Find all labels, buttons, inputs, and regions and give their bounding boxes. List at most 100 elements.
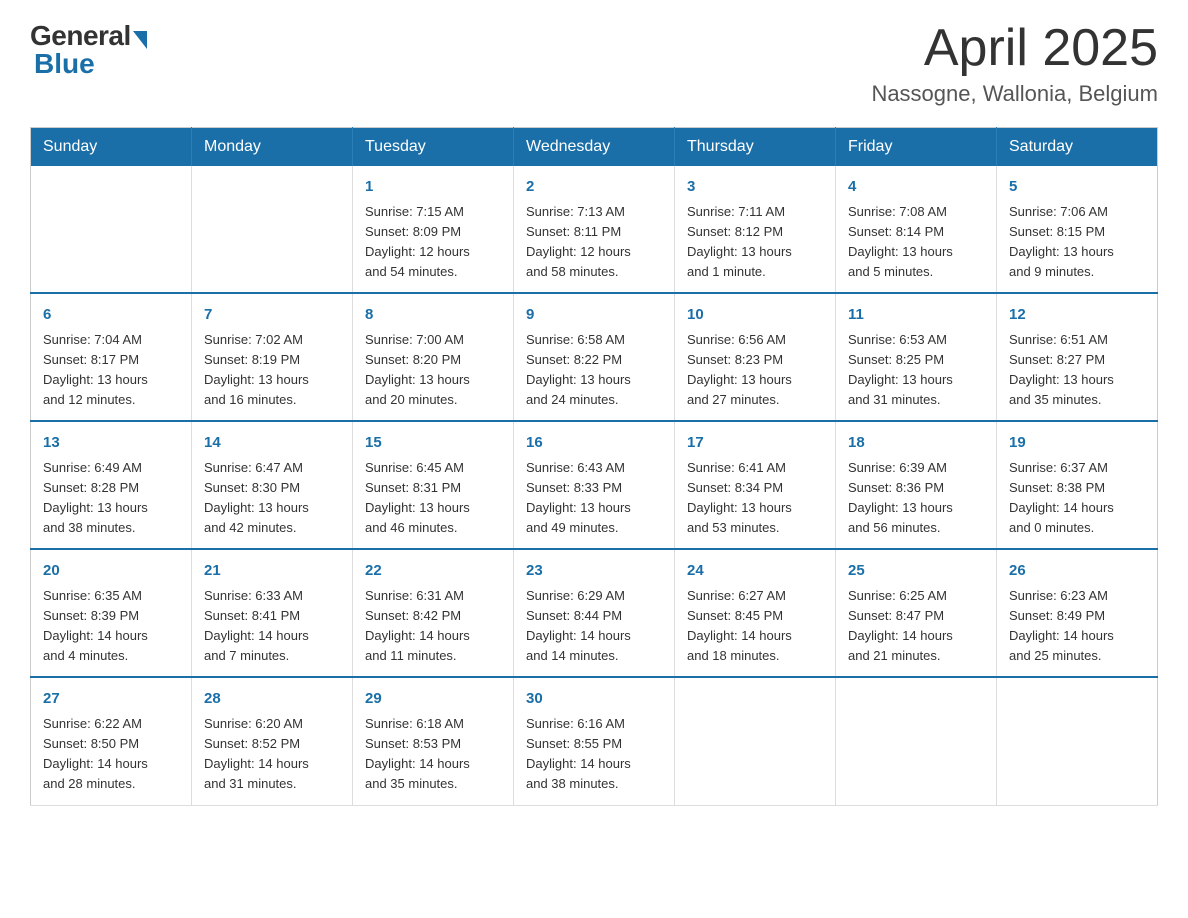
- calendar-cell: 29Sunrise: 6:18 AMSunset: 8:53 PMDayligh…: [353, 677, 514, 805]
- page-header: General Blue April 2025 Nassogne, Wallon…: [30, 20, 1158, 107]
- weekday-header-sunday: Sunday: [31, 128, 192, 167]
- day-info: Sunrise: 7:11 AMSunset: 8:12 PMDaylight:…: [687, 202, 823, 283]
- day-number: 7: [204, 304, 340, 327]
- calendar-cell: [675, 677, 836, 805]
- day-number: 25: [848, 560, 984, 583]
- calendar-cell: [31, 166, 192, 293]
- day-info: Sunrise: 6:31 AMSunset: 8:42 PMDaylight:…: [365, 586, 501, 667]
- day-info: Sunrise: 6:45 AMSunset: 8:31 PMDaylight:…: [365, 458, 501, 539]
- day-number: 9: [526, 304, 662, 327]
- calendar-cell: 22 Sunrise: 6:31 AMSunset: 8:42 PMDayligh…: [353, 549, 514, 677]
- weekday-header-friday: Friday: [836, 128, 997, 167]
- title-area: April 2025 Nassogne, Wallonia, Belgium: [871, 20, 1158, 107]
- day-info: Sunrise: 6:56 AMSunset: 8:23 PMDaylight:…: [687, 330, 823, 411]
- calendar-cell: 6 Sunrise: 7:04 AMSunset: 8:17 PMDaylight…: [31, 293, 192, 421]
- weekday-header-thursday: Thursday: [675, 128, 836, 167]
- day-number: 14: [204, 432, 340, 455]
- month-title: April 2025: [871, 20, 1158, 77]
- day-info: Sunrise: 6:39 AMSunset: 8:36 PMDaylight:…: [848, 458, 984, 539]
- calendar-cell: 8 Sunrise: 7:00 AMSunset: 8:20 PMDaylight…: [353, 293, 514, 421]
- day-info: Sunrise: 6:43 AMSunset: 8:33 PMDaylight:…: [526, 458, 662, 539]
- calendar-cell: [192, 166, 353, 293]
- calendar-cell: [997, 677, 1158, 805]
- weekday-header-row: SundayMondayTuesdayWednesdayThursdayFrid…: [31, 128, 1158, 167]
- day-number: 1: [365, 176, 501, 199]
- day-info: Sunrise: 6:51 AMSunset: 8:27 PMDaylight:…: [1009, 330, 1145, 411]
- day-number: 24: [687, 560, 823, 583]
- weekday-header-monday: Monday: [192, 128, 353, 167]
- calendar-cell: 24 Sunrise: 6:27 AMSunset: 8:45 PMDayligh…: [675, 549, 836, 677]
- calendar-cell: 2 Sunrise: 7:13 AMSunset: 8:11 PMDaylight…: [514, 166, 675, 293]
- day-info: Sunrise: 6:37 AMSunset: 8:38 PMDaylight:…: [1009, 458, 1145, 539]
- day-info: Sunrise: 7:08 AMSunset: 8:14 PMDaylight:…: [848, 202, 984, 283]
- calendar-cell: 15 Sunrise: 6:45 AMSunset: 8:31 PMDayligh…: [353, 421, 514, 549]
- day-info: Sunrise: 7:15 AMSunset: 8:09 PMDaylight:…: [365, 202, 501, 283]
- day-info: Sunrise: 6:22 AMSunset: 8:50 PMDaylight:…: [43, 714, 179, 795]
- day-number: 8: [365, 304, 501, 327]
- day-number: 4: [848, 176, 984, 199]
- day-info: Sunrise: 7:00 AMSunset: 8:20 PMDaylight:…: [365, 330, 501, 411]
- day-info: Sunrise: 6:58 AMSunset: 8:22 PMDaylight:…: [526, 330, 662, 411]
- location-subtitle: Nassogne, Wallonia, Belgium: [871, 81, 1158, 107]
- calendar-cell: 19 Sunrise: 6:37 AMSunset: 8:38 PMDayligh…: [997, 421, 1158, 549]
- day-number: 17: [687, 432, 823, 455]
- day-info: Sunrise: 6:23 AMSunset: 8:49 PMDaylight:…: [1009, 586, 1145, 667]
- day-info: Sunrise: 7:06 AMSunset: 8:15 PMDaylight:…: [1009, 202, 1145, 283]
- day-info: Sunrise: 6:27 AMSunset: 8:45 PMDaylight:…: [687, 586, 823, 667]
- calendar-cell: 12 Sunrise: 6:51 AMSunset: 8:27 PMDayligh…: [997, 293, 1158, 421]
- day-number: 16: [526, 432, 662, 455]
- logo: General Blue: [30, 20, 147, 80]
- calendar-week-row: 13Sunrise: 6:49 AMSunset: 8:28 PMDayligh…: [31, 421, 1158, 549]
- calendar-week-row: 6 Sunrise: 7:04 AMSunset: 8:17 PMDaylight…: [31, 293, 1158, 421]
- day-number: 12: [1009, 304, 1145, 327]
- day-info: Sunrise: 6:47 AMSunset: 8:30 PMDaylight:…: [204, 458, 340, 539]
- day-number: 20: [43, 560, 179, 583]
- day-info: Sunrise: 7:13 AMSunset: 8:11 PMDaylight:…: [526, 202, 662, 283]
- weekday-header-tuesday: Tuesday: [353, 128, 514, 167]
- calendar-cell: 27 Sunrise: 6:22 AMSunset: 8:50 PMDayligh…: [31, 677, 192, 805]
- calendar-week-row: 1 Sunrise: 7:15 AMSunset: 8:09 PMDaylight…: [31, 166, 1158, 293]
- day-number: 23: [526, 560, 662, 583]
- day-info: Sunrise: 6:53 AMSunset: 8:25 PMDaylight:…: [848, 330, 984, 411]
- calendar-cell: 7 Sunrise: 7:02 AMSunset: 8:19 PMDaylight…: [192, 293, 353, 421]
- calendar-cell: 16 Sunrise: 6:43 AMSunset: 8:33 PMDayligh…: [514, 421, 675, 549]
- day-number: 26: [1009, 560, 1145, 583]
- day-number: 10: [687, 304, 823, 327]
- day-info: Sunrise: 6:41 AMSunset: 8:34 PMDaylight:…: [687, 458, 823, 539]
- day-number: 2: [526, 176, 662, 199]
- calendar-cell: 30Sunrise: 6:16 AMSunset: 8:55 PMDayligh…: [514, 677, 675, 805]
- weekday-header-wednesday: Wednesday: [514, 128, 675, 167]
- day-number: 18: [848, 432, 984, 455]
- calendar-header: SundayMondayTuesdayWednesdayThursdayFrid…: [31, 128, 1158, 167]
- day-info: Sunrise: 7:04 AMSunset: 8:17 PMDaylight:…: [43, 330, 179, 411]
- calendar-cell: 23Sunrise: 6:29 AMSunset: 8:44 PMDayligh…: [514, 549, 675, 677]
- day-number: 19: [1009, 432, 1145, 455]
- day-number: 22: [365, 560, 501, 583]
- calendar-cell: 18 Sunrise: 6:39 AMSunset: 8:36 PMDayligh…: [836, 421, 997, 549]
- day-info: Sunrise: 7:02 AMSunset: 8:19 PMDaylight:…: [204, 330, 340, 411]
- day-info: Sunrise: 6:16 AMSunset: 8:55 PMDaylight:…: [526, 714, 662, 795]
- day-number: 3: [687, 176, 823, 199]
- calendar-week-row: 27 Sunrise: 6:22 AMSunset: 8:50 PMDayligh…: [31, 677, 1158, 805]
- calendar-cell: 26 Sunrise: 6:23 AMSunset: 8:49 PMDayligh…: [997, 549, 1158, 677]
- calendar-cell: [836, 677, 997, 805]
- day-number: 6: [43, 304, 179, 327]
- day-number: 27: [43, 688, 179, 711]
- day-number: 15: [365, 432, 501, 455]
- day-info: Sunrise: 6:33 AMSunset: 8:41 PMDaylight:…: [204, 586, 340, 667]
- day-info: Sunrise: 6:49 AMSunset: 8:28 PMDaylight:…: [43, 458, 179, 539]
- day-info: Sunrise: 6:25 AMSunset: 8:47 PMDaylight:…: [848, 586, 984, 667]
- day-info: Sunrise: 6:20 AMSunset: 8:52 PMDaylight:…: [204, 714, 340, 795]
- calendar-cell: 5 Sunrise: 7:06 AMSunset: 8:15 PMDaylight…: [997, 166, 1158, 293]
- day-number: 5: [1009, 176, 1145, 199]
- day-number: 28: [204, 688, 340, 711]
- calendar-cell: 14 Sunrise: 6:47 AMSunset: 8:30 PMDayligh…: [192, 421, 353, 549]
- weekday-header-saturday: Saturday: [997, 128, 1158, 167]
- calendar-cell: 28 Sunrise: 6:20 AMSunset: 8:52 PMDayligh…: [192, 677, 353, 805]
- logo-blue-text: Blue: [34, 48, 95, 80]
- calendar-cell: 17 Sunrise: 6:41 AMSunset: 8:34 PMDayligh…: [675, 421, 836, 549]
- calendar-cell: 21Sunrise: 6:33 AMSunset: 8:41 PMDayligh…: [192, 549, 353, 677]
- calendar-cell: 13Sunrise: 6:49 AMSunset: 8:28 PMDayligh…: [31, 421, 192, 549]
- calendar-cell: 9 Sunrise: 6:58 AMSunset: 8:22 PMDaylight…: [514, 293, 675, 421]
- day-number: 11: [848, 304, 984, 327]
